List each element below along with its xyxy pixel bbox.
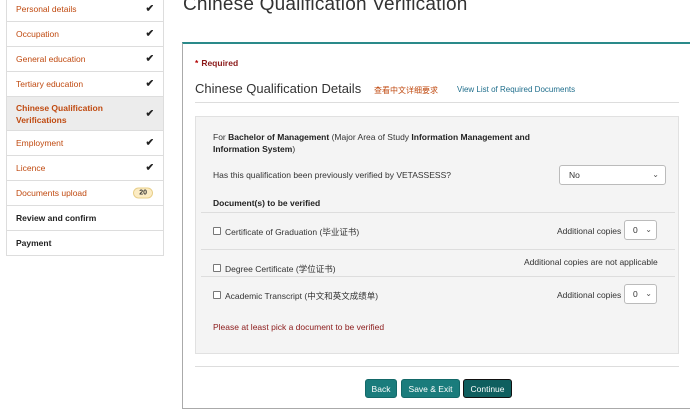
qualification-card: * Required Chinese Qualification Details … — [182, 42, 690, 409]
transcript-checkbox[interactable] — [213, 291, 221, 299]
for-prefix: For — [213, 132, 229, 142]
copies-label: Additional copies — [557, 290, 622, 300]
required-asterisk: * — [195, 58, 199, 68]
checkmark-icon: ✔ — [145, 78, 154, 90]
checkmark-icon: ✔ — [145, 53, 154, 65]
checkmark-icon: ✔ — [145, 3, 154, 15]
sidebar-item-employment[interactable]: Employment ✔ — [7, 130, 163, 155]
required-label: Required — [201, 58, 239, 68]
sidebar-item-label: Occupation — [16, 29, 59, 39]
documents-title: Document(s) to be verified — [213, 198, 321, 208]
qualification-description: For Bachelor of Management (Major Area o… — [213, 131, 543, 155]
document-label: Degree Certificate (学位证书) — [225, 264, 336, 274]
sidebar-item-chinese-qualification[interactable]: Chinese Qualification Verifications ✔ — [7, 96, 163, 130]
copies-value: 0 — [633, 225, 638, 235]
major-suffix: ) — [292, 144, 296, 154]
degree-name: Bachelor of Management — [228, 132, 330, 142]
checkmark-icon: ✔ — [145, 108, 154, 119]
chevron-down-icon: ⌄ — [645, 289, 652, 298]
chevron-down-icon: ⌄ — [652, 170, 659, 179]
document-label: Academic Transcript (中文和英文成绩单) — [225, 291, 379, 301]
divider — [195, 366, 679, 367]
section-title: Chinese Qualification Details — [195, 81, 362, 96]
validation-error: Please at least pick a document to be ve… — [213, 322, 385, 332]
sidebar-item-general-education[interactable]: General education ✔ — [7, 46, 163, 71]
sidebar-item-occupation[interactable]: Occupation ✔ — [7, 21, 163, 46]
major-prefix: (Major Area of Study — [329, 132, 412, 142]
document-row-graduation: Certificate of Graduation (毕业证书) Additio… — [201, 212, 675, 248]
copies-not-applicable: Additional copies are not applicable — [524, 257, 658, 267]
sidebar-item-label: Employment — [16, 138, 64, 148]
checkmark-icon: ✔ — [145, 162, 154, 174]
chinese-requirements-link[interactable]: 查看中文详细要求 — [374, 85, 438, 96]
document-row-transcript: Academic Transcript (中文和英文成绩单) Additiona… — [201, 276, 675, 312]
checkmark-icon: ✔ — [145, 137, 154, 149]
details-panel: For Bachelor of Management (Major Area o… — [195, 116, 679, 354]
verified-select-value: No — [569, 170, 580, 180]
sidebar-item-licence[interactable]: Licence ✔ — [7, 155, 163, 180]
copies-label: Additional copies — [557, 226, 622, 236]
sidebar-item-label: Chinese Qualification Verifications — [16, 102, 103, 125]
page-title: Chinese Qualification Verification — [183, 0, 468, 15]
sidebar-item-label: Payment — [16, 238, 52, 248]
sidebar-item-review-confirm[interactable]: Review and confirm — [7, 205, 163, 230]
required-documents-link[interactable]: View List of Required Documents — [457, 85, 575, 94]
sidebar-item-label: General education — [16, 54, 86, 64]
sidebar-item-label: Review and confirm — [16, 213, 97, 223]
required-note: * Required — [195, 58, 238, 68]
sidebar-nav: Personal details ✔ Occupation ✔ General … — [6, 0, 164, 256]
sidebar-item-documents-upload[interactable]: Documents upload 20 — [7, 180, 163, 205]
sidebar-item-personal-details[interactable]: Personal details ✔ — [7, 0, 163, 21]
sidebar-item-label: Tertiary education — [16, 79, 84, 89]
verified-select[interactable]: No ⌄ — [559, 165, 666, 185]
sidebar-item-label: Documents upload — [16, 188, 87, 198]
chevron-down-icon: ⌄ — [645, 225, 652, 234]
transcript-copies-select[interactable]: 0 ⌄ — [624, 284, 657, 304]
document-label: Certificate of Graduation (毕业证书) — [225, 227, 360, 237]
back-button[interactable]: Back — [365, 379, 397, 398]
sidebar-item-tertiary-education[interactable]: Tertiary education ✔ — [7, 71, 163, 96]
degree-checkbox[interactable] — [213, 264, 221, 272]
copies-value: 0 — [633, 289, 638, 299]
count-badge: 20 — [133, 187, 153, 199]
divider — [195, 102, 679, 103]
graduation-checkbox[interactable] — [213, 227, 221, 235]
checkmark-icon: ✔ — [145, 28, 154, 40]
sidebar-item-label: Licence — [16, 163, 46, 173]
continue-button[interactable]: Continue — [463, 379, 512, 398]
sidebar-item-payment[interactable]: Payment — [7, 230, 163, 255]
save-exit-button[interactable]: Save & Exit — [401, 379, 460, 398]
graduation-copies-select[interactable]: 0 ⌄ — [624, 220, 657, 240]
sidebar-item-label: Personal details — [16, 4, 77, 14]
verified-question: Has this qualification been previously v… — [213, 170, 451, 180]
